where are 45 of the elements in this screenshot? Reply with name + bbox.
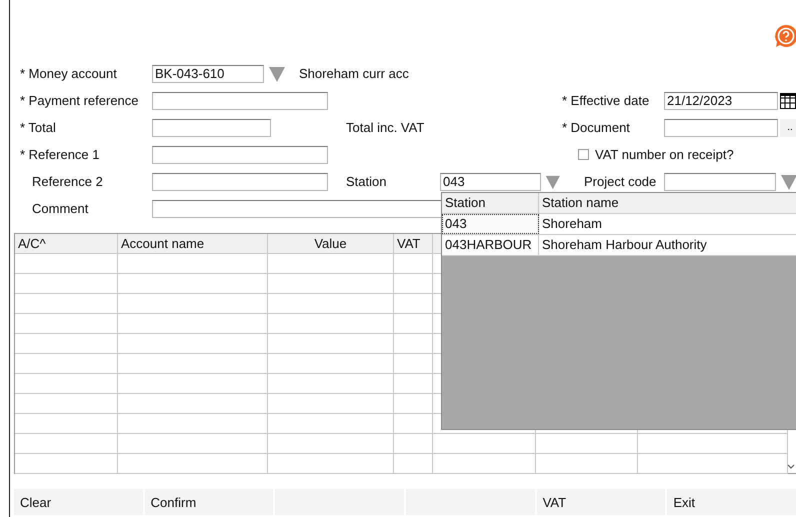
station-code: 043HARBOUR — [442, 235, 539, 255]
project-code-field[interactable] — [664, 172, 776, 190]
total-field[interactable] — [152, 118, 271, 136]
checkbox[interactable] — [578, 149, 589, 160]
field-label: Comment — [31, 201, 90, 216]
column-header[interactable]: A/C^ — [15, 234, 118, 254]
table-cell — [394, 454, 433, 474]
field-label: * Total — [20, 120, 57, 135]
column-header[interactable]: VAT — [394, 234, 433, 254]
scroll-down-icon[interactable] — [787, 464, 795, 470]
field-label: Project code — [583, 174, 658, 189]
calendar-icon[interactable] — [780, 92, 796, 108]
reference-field[interactable] — [152, 172, 328, 190]
column-header[interactable]: Value — [268, 234, 394, 254]
table-cell — [394, 434, 433, 454]
document-field[interactable] — [664, 118, 778, 136]
checkbox-label: VAT number on receipt? — [595, 147, 734, 162]
footer-button[interactable]: Confirm — [144, 489, 274, 515]
station-code: 043 — [442, 214, 539, 234]
station-option[interactable]: 043 Shoreham — [442, 214, 796, 235]
station-name: Shoreham — [541, 215, 603, 233]
field-label: * Effective date — [562, 93, 650, 108]
column-header: Station name — [541, 194, 620, 212]
money-account-field[interactable]: BK-043-610 — [152, 64, 264, 82]
column-header: Station — [442, 193, 539, 213]
table-cell — [394, 414, 433, 434]
reference-field[interactable] — [152, 146, 328, 164]
field-label: * Payment reference — [20, 93, 140, 108]
field-label: Reference 2 — [31, 174, 104, 189]
browse-button[interactable]: .. — [780, 118, 796, 136]
account-description: Shoreham curr acc — [299, 66, 409, 81]
field-label: * Reference 1 — [20, 147, 100, 162]
station-name: Shoreham Harbour Authority — [541, 236, 708, 254]
footer-button[interactable]: VAT — [536, 489, 666, 515]
footer-button[interactable]: Exit — [667, 489, 796, 515]
help-icon[interactable] — [774, 24, 796, 48]
footer-button[interactable]: Clear — [14, 489, 143, 515]
effective-date-field[interactable]: 21/12/2023 — [664, 92, 778, 110]
field-label: Station — [346, 174, 388, 189]
station-field[interactable]: 043 — [440, 172, 542, 190]
field-label: * Document — [562, 120, 631, 135]
total-note: Total inc. VAT — [346, 120, 426, 135]
field-label: * Money account — [20, 66, 118, 81]
payment-reference-field[interactable] — [152, 92, 328, 110]
column-header[interactable]: Account name — [118, 234, 268, 254]
